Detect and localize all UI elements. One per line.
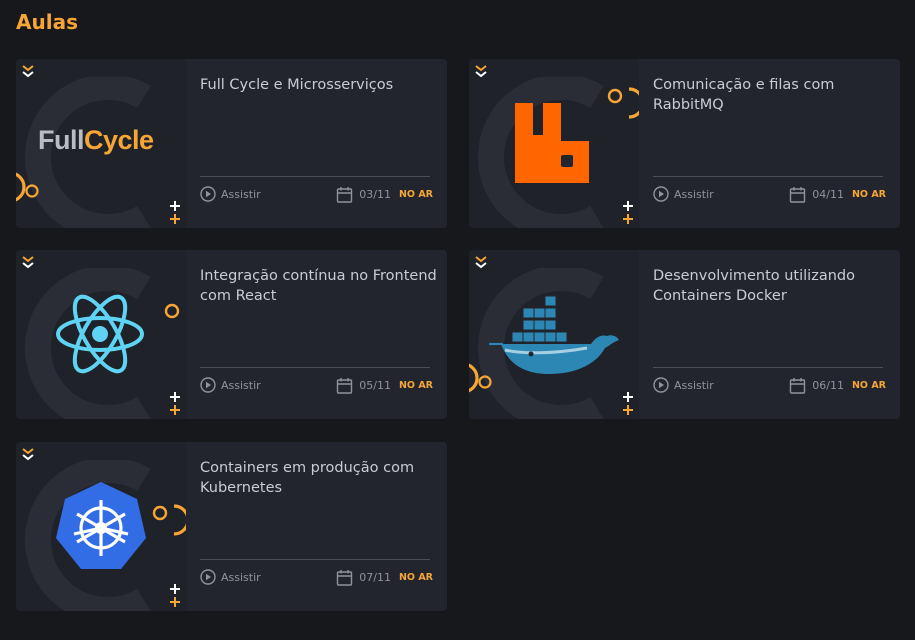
lesson-title[interactable]: Containers em produção com Kubernetes <box>200 458 440 498</box>
lesson-title[interactable]: Desenvolvimento utilizando Containers Do… <box>653 266 893 306</box>
date-text: 03/11 <box>359 188 391 201</box>
lesson-thumbnail[interactable] <box>469 250 639 419</box>
lesson-card[interactable]: Desenvolvimento utilizando Containers Do… <box>469 250 900 419</box>
chevron-down-icon <box>475 256 487 268</box>
logo-text-cycle: Cycle <box>84 125 154 155</box>
status-badge: NO AR <box>398 380 433 391</box>
watch-button[interactable]: Assistir <box>200 377 261 393</box>
decorative-ring-icon <box>164 302 186 334</box>
play-icon <box>200 569 216 585</box>
date-text: 07/11 <box>359 571 391 584</box>
watch-button[interactable]: Assistir <box>653 377 714 393</box>
lesson-date: 05/11 NO AR <box>336 377 433 394</box>
watch-label: Assistir <box>221 378 261 392</box>
lesson-date: 06/11 NO AR <box>789 377 886 394</box>
lesson-thumbnail[interactable] <box>16 442 186 611</box>
divider <box>200 176 430 177</box>
lesson-thumbnail[interactable] <box>469 59 639 228</box>
watch-button[interactable]: Assistir <box>653 186 714 202</box>
lesson-card[interactable]: Containers em produção com Kubernetes As… <box>16 442 447 611</box>
calendar-icon <box>790 377 806 394</box>
divider <box>200 559 430 560</box>
lesson-thumbnail[interactable] <box>16 250 186 419</box>
chevron-down-icon <box>475 65 487 77</box>
plus-icon <box>169 391 181 416</box>
watch-button[interactable]: Assistir <box>200 569 261 585</box>
watch-label: Assistir <box>221 187 261 201</box>
divider <box>200 367 430 368</box>
chevron-down-icon <box>22 256 34 268</box>
kubernetes-logo <box>56 482 146 569</box>
status-badge: NO AR <box>851 189 886 200</box>
calendar-icon <box>790 186 806 203</box>
play-icon <box>653 377 669 393</box>
calendar-icon <box>337 186 353 203</box>
lesson-date: 03/11 NO AR <box>336 186 433 203</box>
watch-label: Assistir <box>221 570 261 584</box>
status-badge: NO AR <box>398 189 433 200</box>
lesson-title[interactable]: Integração contínua no Frontend com Reac… <box>200 266 440 306</box>
lesson-title[interactable]: Full Cycle e Microsserviços <box>200 75 440 95</box>
status-badge: NO AR <box>398 572 433 583</box>
decorative-ring-icon <box>16 172 39 202</box>
divider <box>653 367 883 368</box>
play-icon <box>200 186 216 202</box>
plus-icon <box>169 583 181 608</box>
lesson-title[interactable]: Comunicação e filas com RabbitMQ <box>653 75 893 115</box>
plus-icon <box>169 200 181 225</box>
status-badge: NO AR <box>851 380 886 391</box>
lesson-card[interactable]: FullCycle Full Cycle e Microsserviços As… <box>16 59 447 228</box>
date-text: 06/11 <box>812 379 844 392</box>
divider <box>653 176 883 177</box>
chevron-down-icon <box>22 65 34 77</box>
lesson-card[interactable]: Integração contínua no Frontend com Reac… <box>16 250 447 419</box>
lesson-thumbnail[interactable]: FullCycle <box>16 59 186 228</box>
watch-button[interactable]: Assistir <box>200 186 261 202</box>
watch-label: Assistir <box>674 187 714 201</box>
react-logo <box>56 294 144 374</box>
fullcycle-logo: FullCycle <box>38 125 154 156</box>
date-text: 04/11 <box>812 188 844 201</box>
docker-logo <box>489 295 619 374</box>
lesson-date: 07/11 NO AR <box>336 569 433 586</box>
lesson-card[interactable]: Comunicação e filas com RabbitMQ Assisti… <box>469 59 900 228</box>
plus-icon <box>622 391 634 416</box>
calendar-icon <box>337 377 353 394</box>
decorative-ring-icon <box>152 504 186 536</box>
date-text: 05/11 <box>359 379 391 392</box>
watch-label: Assistir <box>674 378 714 392</box>
play-icon <box>653 186 669 202</box>
decorative-ring-icon <box>607 87 639 119</box>
page-title: Aulas <box>16 10 78 34</box>
calendar-icon <box>337 569 353 586</box>
play-icon <box>200 377 216 393</box>
lesson-date: 04/11 NO AR <box>789 186 886 203</box>
rabbitmq-logo <box>515 103 589 183</box>
logo-text-full: Full <box>38 125 85 155</box>
chevron-down-icon <box>22 448 34 460</box>
plus-icon <box>622 200 634 225</box>
